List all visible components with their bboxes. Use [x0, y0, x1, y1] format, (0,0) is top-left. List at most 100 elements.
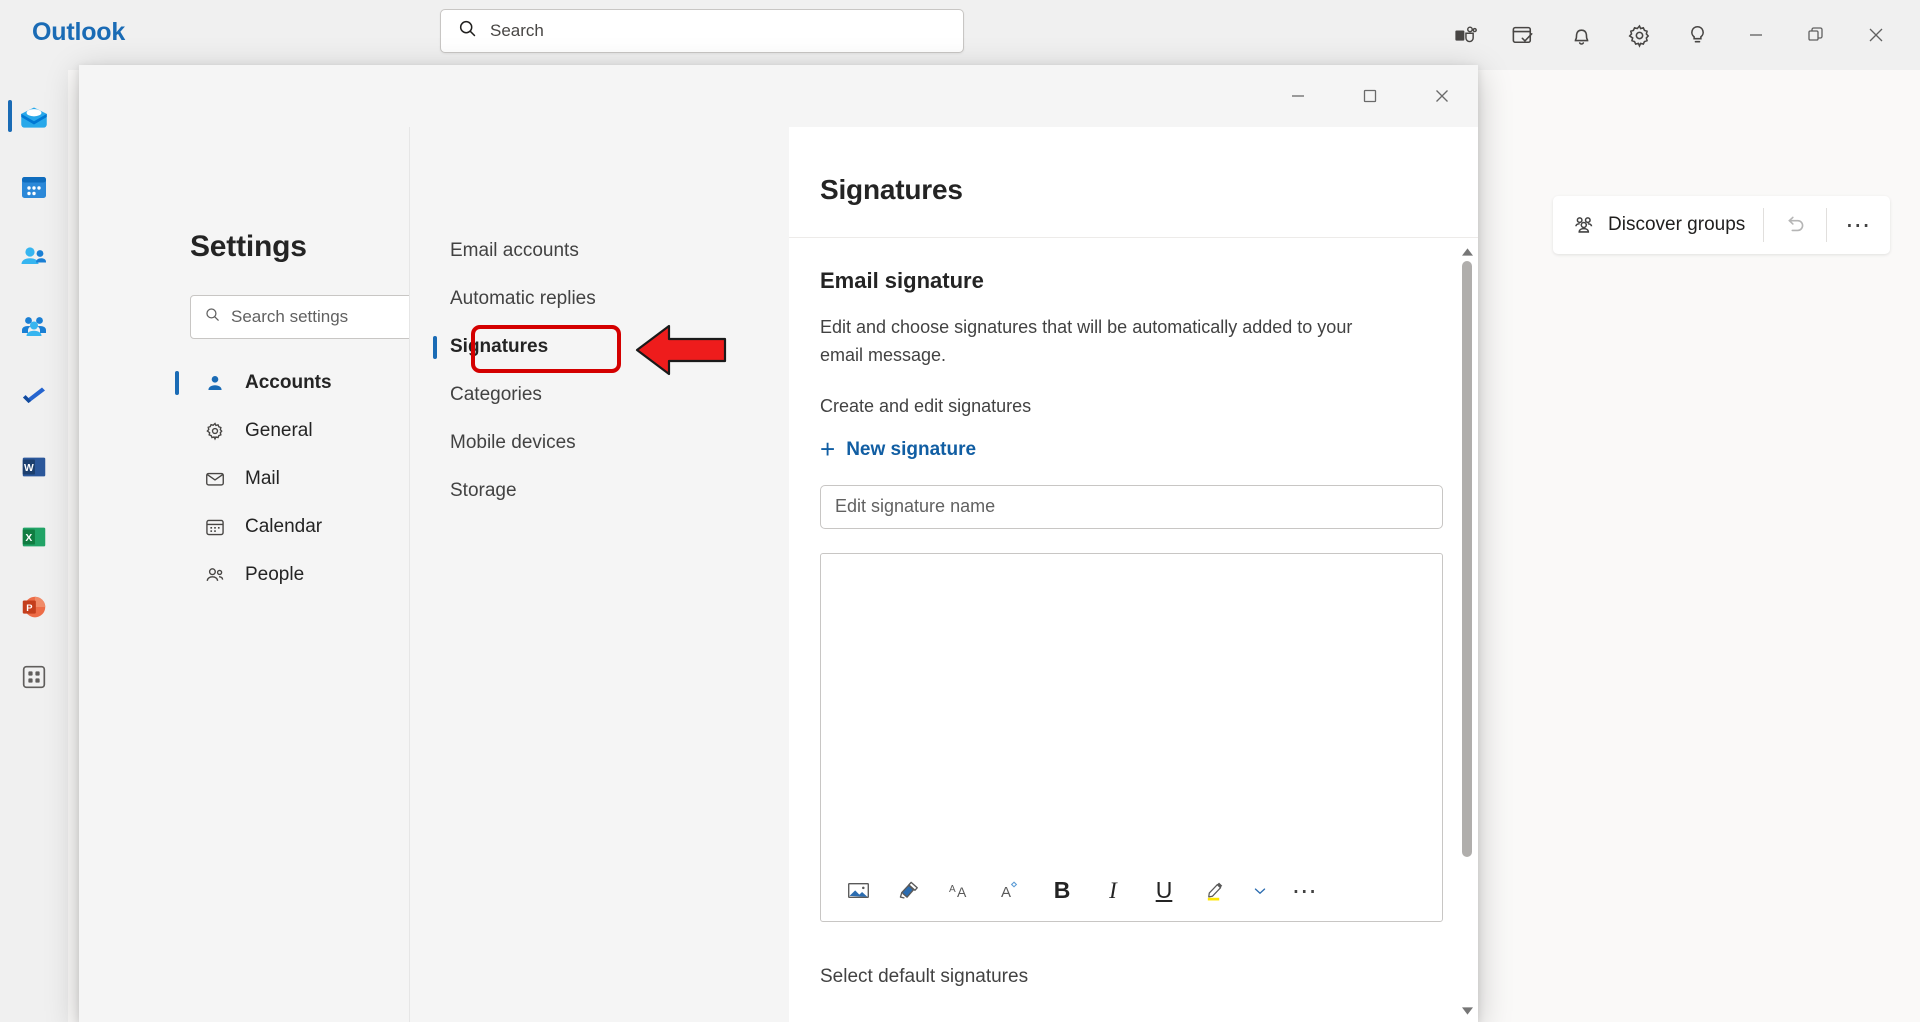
signature-editor-toolbar: A A A B I	[821, 861, 1442, 921]
message-toolbar: Discover groups ⋯	[1553, 196, 1890, 254]
discover-groups-button[interactable]: Discover groups	[1553, 196, 1763, 254]
sidebar-item-label: Calendar	[245, 516, 322, 538]
undo-icon	[1782, 212, 1808, 238]
sidebar-item-label: People	[245, 564, 304, 586]
sidebar-item-general[interactable]: General	[175, 407, 445, 455]
font-size-icon[interactable]: A A	[943, 874, 977, 908]
svg-text:P: P	[26, 603, 32, 613]
search-icon	[457, 18, 478, 44]
gear-icon	[203, 420, 227, 442]
more-options-button[interactable]: ⋯	[1827, 196, 1890, 254]
rail-item-powerpoint[interactable]: P	[0, 572, 68, 642]
section-description: Edit and choose signatures that will be …	[820, 314, 1365, 370]
rail-item-word[interactable]: W	[0, 432, 68, 502]
rail-item-calendar[interactable]	[0, 152, 68, 222]
category-label: Mobile devices	[450, 432, 576, 454]
highlight-icon[interactable]	[1198, 874, 1232, 908]
settings-search-placeholder: Search settings	[231, 307, 348, 327]
settings-category-list: Email accounts Automatic replies Signatu…	[409, 127, 789, 1022]
rail-item-apps[interactable]	[0, 642, 68, 712]
highlight-chevron-icon[interactable]	[1249, 882, 1271, 900]
rail-item-mail[interactable]	[0, 82, 68, 152]
svg-text:T: T	[1457, 31, 1462, 40]
new-signature-button[interactable]: + New signature	[820, 438, 976, 462]
app-header-actions: T	[1436, 0, 1906, 70]
signature-editor: A A A B I	[820, 553, 1443, 922]
bold-button[interactable]: B	[1045, 874, 1079, 908]
page-title: Signatures	[820, 174, 963, 206]
search-icon	[204, 306, 221, 328]
settings-dialog: Settings Search settings	[79, 65, 1478, 1022]
sidebar-item-mail[interactable]: Mail	[175, 455, 445, 503]
app-rail: W X P	[0, 70, 68, 1022]
rail-item-todo[interactable]	[0, 362, 68, 432]
svg-text:A: A	[949, 884, 956, 895]
envelope-icon	[203, 468, 227, 490]
italic-button[interactable]: I	[1096, 874, 1130, 908]
more-formatting-button[interactable]: ⋯	[1288, 874, 1322, 908]
category-label: Signatures	[450, 336, 548, 358]
signature-name-placeholder: Edit signature name	[835, 496, 995, 517]
lightbulb-icon[interactable]	[1668, 10, 1726, 60]
close-button[interactable]	[1846, 10, 1906, 60]
signature-name-input[interactable]: Edit signature name	[820, 485, 1443, 529]
screen: Discover groups ⋯ Outlook	[0, 0, 1920, 1022]
sidebar-item-label: General	[245, 420, 313, 442]
minimize-button[interactable]	[1726, 10, 1786, 60]
sidebar-item-label: Mail	[245, 468, 280, 490]
settings-content-pane: Signatures Email signature Edit and choo…	[789, 127, 1478, 1022]
settings-nav-list: Accounts General	[175, 359, 445, 599]
default-signatures-label: Select default signatures	[820, 966, 1447, 988]
category-item-storage[interactable]: Storage	[428, 467, 768, 515]
svg-text:A: A	[957, 884, 967, 900]
person-icon	[203, 372, 227, 394]
dialog-maximize-button[interactable]	[1334, 65, 1406, 127]
restore-button[interactable]	[1786, 10, 1846, 60]
app-header: Outlook Search T	[0, 0, 1920, 70]
pointer-arrow-icon	[635, 321, 727, 384]
teams-icon[interactable]: T	[1436, 10, 1494, 60]
rail-item-groups[interactable]	[0, 292, 68, 362]
undo-button[interactable]	[1764, 196, 1826, 254]
svg-text:A: A	[1001, 884, 1011, 901]
scroll-up-arrow-icon[interactable]	[1461, 245, 1473, 259]
content-body: Email signature Edit and choose signatur…	[789, 238, 1478, 1022]
category-label: Email accounts	[450, 240, 579, 262]
global-search-input[interactable]: Search	[440, 9, 964, 53]
people-group-icon	[1571, 212, 1597, 238]
signature-editor-canvas[interactable]	[821, 554, 1442, 861]
app-brand: Outlook	[32, 18, 125, 47]
svg-text:W: W	[24, 463, 34, 474]
sidebar-item-calendar[interactable]: Calendar	[175, 503, 445, 551]
category-item-automatic-replies[interactable]: Automatic replies	[428, 275, 768, 323]
content-header: Signatures	[789, 127, 1478, 238]
rail-item-people[interactable]	[0, 222, 68, 292]
ellipsis-icon: ⋯	[1845, 220, 1872, 230]
content-scrollbar-thumb[interactable]	[1462, 261, 1472, 857]
settings-title: Settings	[190, 230, 307, 264]
tasks-icon[interactable]	[1494, 10, 1552, 60]
dialog-minimize-button[interactable]	[1262, 65, 1334, 127]
insert-picture-icon[interactable]	[841, 874, 875, 908]
sidebar-item-people[interactable]: People	[175, 551, 445, 599]
category-item-email-accounts[interactable]: Email accounts	[428, 227, 768, 275]
scroll-down-arrow-icon[interactable]	[1461, 1004, 1473, 1018]
gear-icon[interactable]	[1610, 10, 1668, 60]
underline-button[interactable]: U	[1147, 874, 1181, 908]
category-item-mobile-devices[interactable]: Mobile devices	[428, 419, 768, 467]
category-label: Storage	[450, 480, 517, 502]
bell-icon[interactable]	[1552, 10, 1610, 60]
calendar-icon	[203, 516, 227, 538]
section-title: Email signature	[820, 268, 1447, 294]
sidebar-item-accounts[interactable]: Accounts	[175, 359, 445, 407]
new-signature-label: New signature	[846, 439, 976, 461]
dialog-titlebar	[79, 65, 1478, 127]
rail-item-excel[interactable]: X	[0, 502, 68, 572]
category-label: Categories	[450, 384, 542, 406]
format-painter-icon[interactable]	[892, 874, 926, 908]
dialog-close-button[interactable]	[1406, 65, 1478, 127]
font-color-icon[interactable]: A	[994, 874, 1028, 908]
discover-groups-label: Discover groups	[1608, 214, 1745, 236]
sidebar-item-label: Accounts	[245, 372, 332, 394]
plus-icon: +	[820, 436, 835, 462]
